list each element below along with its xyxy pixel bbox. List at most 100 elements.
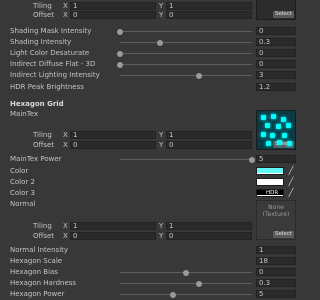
hexagon-hardness-knob[interactable] [196, 280, 203, 287]
hexagon-hardness-label: Hexagon Hardness [10, 279, 77, 287]
shading-mask-intensity-value[interactable]: 0 [256, 27, 296, 35]
shading-mask-intensity-knob[interactable] [117, 28, 123, 35]
normal-offset-x-field[interactable]: 0 [70, 232, 156, 240]
maintex-offset-y-field[interactable]: 0 [166, 141, 252, 149]
hex-cell [287, 141, 292, 146]
color2-label: Color 2 [10, 178, 35, 186]
normal-intensity-label: Normal Intensity [10, 246, 69, 254]
indirect-diffuse-flat-value[interactable]: 0 [256, 60, 296, 68]
normal-tiling-x-field[interactable]: 1 [70, 222, 156, 230]
hex-cell [266, 141, 271, 146]
normal-offset-label: Offset [33, 232, 55, 240]
color3-label: Color 3 [10, 189, 35, 197]
top-offset-x-field[interactable]: 0 [70, 11, 156, 19]
hex-cell [282, 133, 287, 138]
top-offset-label: Offset [33, 11, 55, 19]
indirect-diffuse-flat-knob[interactable] [117, 61, 123, 68]
hexagon-bias-knob[interactable] [183, 269, 189, 276]
normal-select-button[interactable]: Select [273, 231, 294, 238]
maintex-power-value[interactable]: 5 [256, 155, 296, 163]
top-tiling-y-field[interactable]: 1 [166, 2, 252, 10]
light-color-desaturate-value[interactable]: 0 [256, 49, 296, 57]
maintex-tiling-label: Tiling [33, 131, 52, 139]
eyedropper-icon[interactable]: ╱ [287, 167, 295, 175]
indirect-lighting-intensity-value[interactable]: 3 [256, 71, 296, 79]
hexagon-power-knob[interactable] [169, 291, 176, 298]
maintex-offset-y-axis: Y [159, 141, 164, 149]
hex-cell [271, 114, 276, 119]
color-swatch[interactable] [256, 167, 284, 175]
shading-mask-intensity-label: Shading Mask Intensity [10, 27, 92, 35]
hexagon-hardness-value[interactable]: 0.3 [256, 279, 296, 287]
maintex-tiling-x-field[interactable]: 1 [70, 131, 156, 139]
top-tiling-label: Tiling [33, 2, 52, 10]
light-color-desaturate-knob[interactable] [117, 50, 123, 57]
hexagon-grid-header: Hexagon Grid [10, 100, 64, 108]
shading-intensity-value[interactable]: 0.3 [256, 38, 296, 46]
normal-none-text: None [268, 204, 284, 211]
hexagon-power-label: Hexagon Power [10, 290, 65, 298]
top-select-button[interactable]: Select [273, 11, 294, 18]
light-color-desaturate-slider[interactable] [120, 53, 252, 54]
top-tiling-x-axis: X [63, 2, 68, 10]
maintex-offset-x-axis: X [63, 141, 68, 149]
hex-cell [261, 115, 266, 120]
hex-cell [276, 124, 281, 129]
hex-cell [261, 132, 266, 137]
maintex-tiling-x-axis: X [63, 131, 68, 139]
hexagon-scale-label: Hexagon Scale [10, 257, 63, 265]
normal-tiling-y-axis: Y [159, 222, 164, 230]
maintex-tiling-y-field[interactable]: 1 [166, 131, 252, 139]
normal-offset-y-axis: Y [159, 232, 164, 240]
top-tiling-x-field[interactable]: 1 [70, 2, 156, 10]
hex-cell [281, 117, 286, 122]
hexagon-hardness-slider[interactable] [120, 283, 252, 284]
normal-label: Normal [10, 200, 36, 208]
normal-texture-type-text: (Texture) [262, 211, 290, 218]
shading-intensity-label: Shading Intensity [10, 38, 72, 46]
color3-swatch[interactable]: HDR [256, 189, 284, 197]
hex-cell [277, 140, 282, 145]
indirect-lighting-intensity-slider[interactable] [120, 75, 252, 76]
hexagon-bias-value[interactable]: 0 [256, 268, 296, 276]
normal-intensity-value[interactable]: 1 [256, 246, 296, 254]
hex-cell [286, 123, 291, 128]
shading-intensity-knob[interactable] [156, 39, 163, 46]
maintex-offset-label: Offset [33, 141, 55, 149]
normal-offset-x-axis: X [63, 232, 68, 240]
indirect-lighting-intensity-knob[interactable] [196, 72, 203, 79]
normal-tiling-y-field[interactable]: 1 [166, 222, 252, 230]
eyedropper-icon[interactable]: ╱ [287, 178, 295, 186]
hexagon-power-slider[interactable] [120, 294, 252, 295]
color-label: Color [10, 167, 29, 175]
maintex-tiling-y-axis: Y [159, 131, 164, 139]
shading-intensity-slider[interactable] [120, 42, 252, 43]
top-offset-y-axis: Y [159, 11, 164, 19]
maintex-texture-slot[interactable]: Select [256, 110, 296, 150]
shading-mask-intensity-slider[interactable] [120, 31, 252, 32]
hex-cell [270, 133, 275, 138]
maintex-power-slider[interactable] [120, 159, 252, 160]
hexagon-bias-label: Hexagon Bias [10, 268, 58, 276]
indirect-diffuse-flat-label: Indirect Diffuse Flat - 3D [10, 60, 96, 68]
maintex-label: MainTex [10, 110, 39, 118]
maintex-power-knob[interactable] [249, 156, 255, 163]
light-color-desaturate-label: Light Color Desaturate [10, 49, 90, 57]
top-offset-y-field[interactable]: 0 [166, 11, 252, 19]
normal-texture-slot[interactable]: None (Texture) Select [256, 200, 296, 240]
hexagon-power-value[interactable]: 5 [256, 290, 296, 298]
hdr-peak-brightness-label: HDR Peak Brightness [10, 83, 84, 91]
top-texture-slot[interactable]: Select [256, 0, 296, 20]
normal-offset-y-field[interactable]: 0 [166, 232, 252, 240]
eyedropper-icon[interactable]: ╱ [287, 189, 295, 197]
indirect-diffuse-flat-slider[interactable] [120, 64, 252, 65]
indirect-lighting-intensity-label: Indirect Lighting Intensity [10, 71, 100, 79]
hex-cell [265, 123, 270, 128]
top-tiling-y-axis: Y [159, 2, 164, 10]
normal-tiling-label: Tiling [33, 222, 52, 230]
color2-swatch[interactable] [256, 178, 284, 186]
maintex-offset-x-field[interactable]: 0 [70, 141, 156, 149]
hdr-peak-brightness-value[interactable]: 1.2 [256, 83, 296, 91]
hexagon-scale-value[interactable]: 18 [256, 257, 296, 265]
normal-tiling-x-axis: X [63, 222, 68, 230]
